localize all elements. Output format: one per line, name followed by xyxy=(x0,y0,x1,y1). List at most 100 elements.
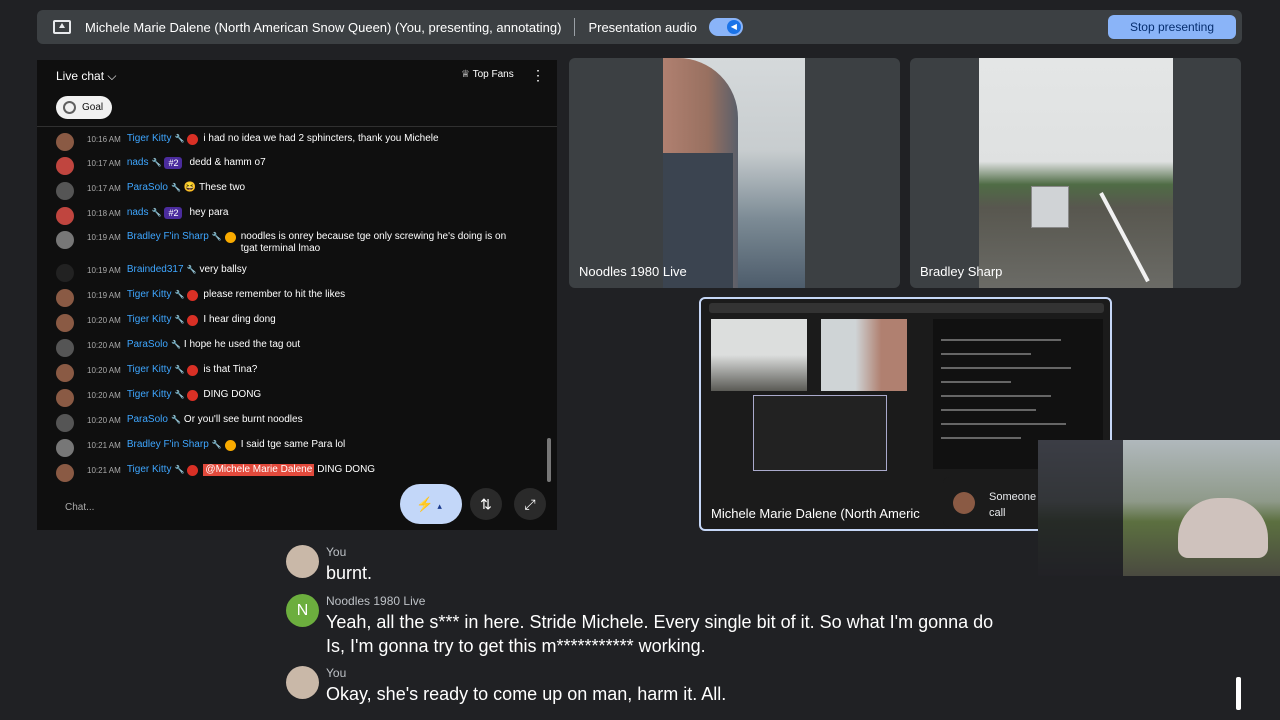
chat-scrollbar[interactable] xyxy=(547,438,551,482)
chat-message: 10:21 AM Bradley F'in Sharp 🔧 I said tge sa… xyxy=(56,439,516,457)
mini-presenting-bar xyxy=(709,303,1104,313)
moderator-icon: 🔧 xyxy=(151,208,162,217)
goal-chip[interactable]: Goal xyxy=(56,96,112,119)
live-chat-dropdown[interactable]: Live chat ⌵ xyxy=(56,69,116,84)
message-author[interactable]: nads xyxy=(127,157,149,169)
message-time: 10:20 AM xyxy=(87,366,121,375)
avatar[interactable] xyxy=(56,289,74,307)
member-badge-icon xyxy=(187,465,199,476)
chat-message: 10:18 AM nads 🔧 #2 hey para xyxy=(56,207,516,225)
avatar[interactable] xyxy=(56,389,74,407)
message-time: 10:21 AM xyxy=(87,441,121,450)
avatar[interactable] xyxy=(56,439,74,457)
more-options-icon[interactable]: ⋮ xyxy=(531,67,545,84)
moderator-icon: 🔧 xyxy=(151,158,162,167)
message-time: 10:19 AM xyxy=(87,266,121,275)
chat-input[interactable]: Chat... xyxy=(56,498,406,518)
message-time: 10:20 AM xyxy=(87,316,121,325)
message-text: I hear ding dong xyxy=(203,314,276,325)
participant-tile-bradley[interactable]: Bradley Sharp xyxy=(910,58,1241,288)
message-author[interactable]: Bradley F'in Sharp xyxy=(127,231,209,243)
chat-message: 10:17 AM ParaSolo 🔧 😆 These two xyxy=(56,182,516,200)
chat-message: 10:20 AM Tiger Kitty 🔧 I hear ding dong xyxy=(56,314,516,332)
person-image xyxy=(1178,498,1268,558)
bolt-icon: ⚡ xyxy=(416,496,434,512)
message-time: 10:20 AM xyxy=(87,416,121,425)
avatar[interactable] xyxy=(56,314,74,332)
presentation-audio-toggle[interactable]: ◀ xyxy=(708,18,743,36)
caption-speaker: You xyxy=(326,666,347,680)
expand-icon: ⤢ xyxy=(524,496,536,512)
mention-tag[interactable]: @Michele Marie Dalene xyxy=(203,464,315,476)
message-text: i had no idea we had 2 sphincters, thank… xyxy=(203,133,439,144)
avatar: N xyxy=(286,594,319,627)
self-camera-view xyxy=(1038,440,1280,576)
avatar[interactable] xyxy=(56,364,74,382)
moderator-icon: 🔧 xyxy=(174,390,185,399)
incoming-call-notice[interactable]: Someone call xyxy=(943,477,1053,527)
live-chat-label: Live chat xyxy=(56,69,105,83)
avatar[interactable] xyxy=(56,133,74,151)
moderator-icon: 🔧 xyxy=(170,415,181,424)
stop-presenting-button[interactable]: Stop presenting xyxy=(1108,15,1236,39)
avatar[interactable] xyxy=(56,339,74,357)
avatar xyxy=(286,666,319,699)
caption-entry: You Okay, she's ready to come up on man,… xyxy=(286,666,1006,706)
message-time: 10:20 AM xyxy=(87,391,121,400)
member-badge-icon xyxy=(224,440,236,451)
chat-message: 10:21 AM Tiger Kitty 🔧 @Michele Marie Dalen… xyxy=(56,464,516,482)
caption-entry: N Noodles 1980 Live Yeah, all the s*** i… xyxy=(286,594,1006,664)
message-text: hey para xyxy=(189,207,229,218)
participant-video xyxy=(663,58,805,288)
truck-image xyxy=(1031,186,1069,228)
message-author[interactable]: nads xyxy=(127,207,149,219)
message-author[interactable]: ParaSolo xyxy=(127,339,168,351)
message-author[interactable]: ParaSolo xyxy=(127,182,168,194)
super-chat-button[interactable]: ⚡ ▴ xyxy=(400,484,462,524)
message-author[interactable]: Tiger Kitty xyxy=(127,133,172,145)
mini-video xyxy=(711,319,807,391)
member-badge-icon xyxy=(187,365,199,376)
top-fans-button[interactable]: ♕ Top Fans xyxy=(461,69,514,80)
avatar[interactable] xyxy=(56,414,74,432)
avatar[interactable] xyxy=(56,207,74,225)
message-author[interactable]: Tiger Kitty xyxy=(127,289,172,301)
avatar[interactable] xyxy=(56,182,74,200)
chat-message: 10:20 AM Tiger Kitty 🔧 is that Tina? xyxy=(56,364,516,382)
moderator-icon: 🔧 xyxy=(170,340,181,349)
sort-button[interactable]: ⇅ xyxy=(470,488,502,520)
chat-message: 10:16 AM Tiger Kitty 🔧 i had no idea we had… xyxy=(56,133,516,151)
participant-tile-noodles[interactable]: Noodles 1980 Live xyxy=(569,58,900,288)
message-author[interactable]: Tiger Kitty xyxy=(127,464,172,476)
caption-text: burnt. xyxy=(326,563,373,583)
avatar xyxy=(953,492,975,514)
moderator-icon: 🔧 xyxy=(174,365,185,374)
expand-button[interactable]: ⤢ xyxy=(514,488,546,520)
message-author[interactable]: Tiger Kitty xyxy=(127,364,172,376)
message-author[interactable]: ParaSolo xyxy=(127,414,168,426)
avatar[interactable] xyxy=(56,231,74,249)
avatar[interactable] xyxy=(56,464,74,482)
avatar[interactable] xyxy=(56,157,74,175)
caption-speaker: Noodles 1980 Live xyxy=(326,594,426,608)
message-author[interactable]: Brainded317 xyxy=(127,264,184,276)
presenter-title: Michele Marie Dalene (North American Sno… xyxy=(85,19,562,35)
mini-video xyxy=(821,319,907,391)
chevron-down-icon: ⌵ xyxy=(107,69,117,83)
chat-message: 10:20 AM ParaSolo 🔧 Or you'll see burnt noo… xyxy=(56,414,516,432)
avatar[interactable] xyxy=(56,264,74,282)
captions-scrollbar[interactable] xyxy=(1236,677,1241,710)
chat-message: 10:17 AM nads 🔧 #2 dedd & hamm o7 xyxy=(56,157,516,175)
message-author[interactable]: Tiger Kitty xyxy=(127,389,172,401)
message-author[interactable]: Bradley F'in Sharp xyxy=(127,439,209,451)
message-time: 10:18 AM xyxy=(87,209,121,218)
rank-badge: #2 xyxy=(164,157,183,169)
presentation-audio-label: Presentation audio xyxy=(588,19,697,35)
moderator-icon: 🔧 xyxy=(186,265,197,274)
message-text: Or you'll see burnt noodles xyxy=(183,414,303,425)
avatar xyxy=(286,545,319,578)
goal-label: Goal xyxy=(82,102,104,113)
member-badge-icon xyxy=(187,315,199,326)
message-author[interactable]: Tiger Kitty xyxy=(127,314,172,326)
message-time: 10:19 AM xyxy=(87,233,121,242)
